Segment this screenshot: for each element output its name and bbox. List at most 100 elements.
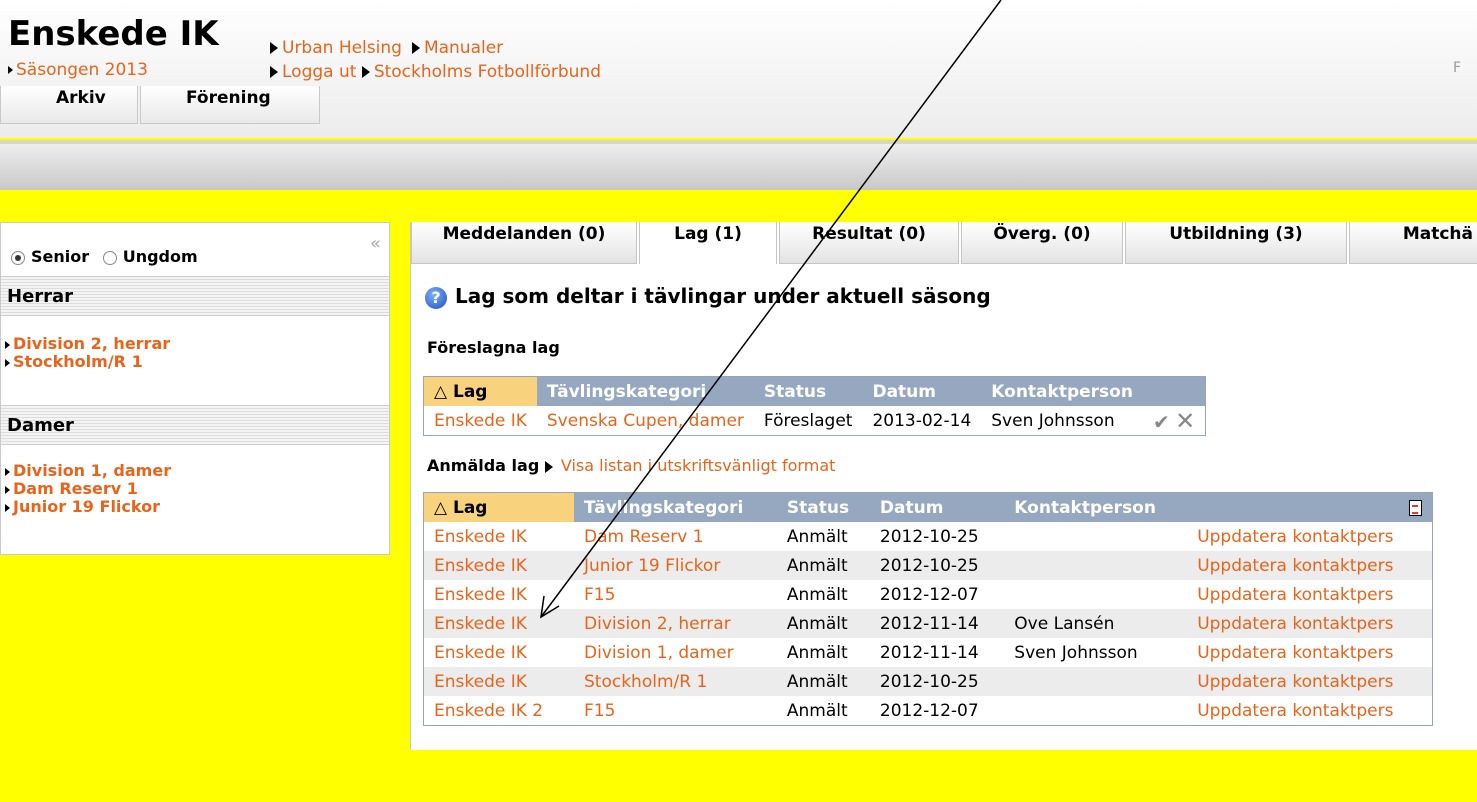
table-row: Enskede IK Junior 19 Flickor Anmält 2012… [423,551,1433,580]
triangle-icon [544,460,553,473]
table-row: Enskede IK Dam Reserv 1 Anmält 2012-10-2… [424,522,1433,551]
table-header-row: △ Lag Tävlingskategori Status Datum Kont… [423,492,1433,522]
col-lag[interactable]: △ Lag [423,376,537,406]
user-link[interactable]: Urban Helsing [282,38,402,58]
update-contact-link[interactable]: Uppdatera kontaktpers [1197,614,1393,634]
reject-icon[interactable]: ✕ [1175,407,1195,435]
team-link[interactable]: Enskede IK 2 [434,701,543,721]
team-link[interactable]: Enskede IK [434,527,527,547]
update-contact-link[interactable]: Uppdatera kontaktpers [1197,643,1393,663]
team-link[interactable]: Enskede IK [434,585,527,605]
tab-overg[interactable]: Överg. (0) [961,222,1123,264]
table-row: Enskede IK Svenska Cupen, damer Föreslag… [424,406,1206,436]
col-lag-label: Lag [453,381,488,402]
tab-meddelanden[interactable]: Meddelanden (0) [411,222,637,264]
update-contact-link[interactable]: Uppdatera kontaktpers [1197,527,1393,547]
print-friendly-link[interactable]: Visa listan i utskriftsvänligt format [561,456,836,475]
tab-resultat[interactable]: Resultat (0) [779,222,959,264]
collapse-icon[interactable]: « [370,233,381,254]
club-name: Enskede IK [8,14,219,54]
date-cell: 2012-11-14 [869,609,1005,638]
radio-senior-label: Senior [31,247,90,266]
radio-senior[interactable] [11,250,25,265]
sidebar-link[interactable]: Stockholm/R 1 [13,352,143,371]
date-cell: 2012-11-14 [879,642,979,663]
logout-link[interactable]: Logga ut [282,62,356,82]
status-cell: Anmält [776,667,870,696]
team-link[interactable]: Enskede IK [434,411,527,431]
contact-cell: Sven Johnsson [1014,642,1138,663]
tab-forening[interactable]: Förening [140,86,320,124]
update-contact-link[interactable]: Uppdatera kontaktpers [1197,701,1393,721]
radio-ungdom-label: Ungdom [122,247,198,266]
tab-utbildning[interactable]: Utbildning (3) [1125,222,1347,264]
page-header: Enskede IK Säsongen 2013 Urban Helsing Ma… [0,0,1477,138]
category-link[interactable]: Division 2, herrar [584,614,731,634]
col-datum[interactable]: Datum [862,376,982,406]
triangle-icon [5,485,10,494]
tab-lag[interactable]: Lag (1) [639,222,777,264]
manuals-link[interactable]: Manualer [424,38,503,58]
tab-arkiv[interactable]: Arkiv [0,86,138,124]
contact-cell: Ove Lansén [1004,609,1188,638]
table-row: Enskede IK Division 2, herrar Anmält 201… [423,609,1433,638]
category-link[interactable]: Dam Reserv 1 [584,527,704,547]
season-link-row: Säsongen 2013 [8,60,148,80]
contact-cell [1004,580,1187,609]
update-contact-link[interactable]: Uppdatera kontaktpers [1197,556,1393,576]
date-cell: 2012-10-25 [869,667,1005,696]
table-row: Enskede IK F15 Anmält 2012-12-07 Uppdate… [424,580,1433,609]
col-lag[interactable]: △ Lag [423,492,574,522]
col-kontakt[interactable]: Kontaktperson [981,376,1143,406]
category-link[interactable]: Division 1, damer [584,643,734,663]
team-link[interactable]: Enskede IK [434,672,527,692]
tab-matcher[interactable]: Matchä [1349,222,1477,264]
col-datum[interactable]: Datum [869,492,1005,522]
team-link[interactable]: Enskede IK [434,556,527,576]
col-status[interactable]: Status [776,492,870,522]
sidebar-link[interactable]: Dam Reserv 1 [13,479,138,498]
col-kontakt[interactable]: Kontaktperson [1004,492,1188,522]
herrar-links: Division 2, herrar Stockholm/R 1 [5,335,170,371]
triangle-icon [270,42,278,54]
team-link[interactable]: Enskede IK [434,643,527,663]
date-cell: 2012-10-25 [879,526,979,547]
date-cell: 2012-12-07 [879,584,979,605]
category-link[interactable]: Junior 19 Flickor [584,556,720,576]
col-kategori[interactable]: Tävlingskategori [574,492,777,522]
category-link[interactable]: F15 [584,701,615,721]
date-cell: 2012-10-25 [869,551,1005,580]
registered-teams-table: △ Lag Tävlingskategori Status Datum Kont… [423,492,1433,726]
status-cell: Anmält [776,551,870,580]
status-cell: Anmält [786,642,848,663]
sidebar-link[interactable]: Division 2, herrar [13,334,170,353]
col-status[interactable]: Status [753,376,863,406]
col-actions [1187,492,1433,522]
sidebar-link[interactable]: Junior 19 Flickor [13,497,160,516]
update-contact-link[interactable]: Uppdatera kontaktpers [1197,585,1393,605]
season-link[interactable]: Säsongen 2013 [16,60,148,80]
col-lag-label: Lag [453,497,488,518]
category-link[interactable]: F15 [584,585,615,605]
status-cell: Föreslaget [763,410,853,431]
radio-ungdom[interactable] [102,250,117,265]
triangle-icon [5,358,10,367]
category-link[interactable]: Svenska Cupen, damer [547,411,744,431]
accept-icon[interactable]: ✔ [1153,410,1170,434]
triangle-icon [5,467,10,476]
contact-cell [1004,667,1188,696]
registered-title: Anmälda lag [427,456,540,475]
update-contact-link[interactable]: Uppdatera kontaktpers [1197,672,1393,692]
date-cell: 2012-12-07 [879,700,979,721]
col-actions [1142,376,1206,406]
federation-link[interactable]: Stockholms Fotbollförbund [374,62,601,82]
date-cell: 2013-02-14 [872,410,972,431]
document-icon[interactable] [1409,499,1422,516]
col-kategori[interactable]: Tävlingskategori [536,376,754,406]
table-row: Enskede IK 2 F15 Anmält 2012-12-07 Uppda… [424,696,1433,726]
team-link[interactable]: Enskede IK [434,614,527,634]
triangle-icon [411,42,420,54]
help-icon[interactable]: ? [425,286,447,309]
category-link[interactable]: Stockholm/R 1 [584,672,707,692]
sidebar-link[interactable]: Division 1, damer [13,461,171,480]
